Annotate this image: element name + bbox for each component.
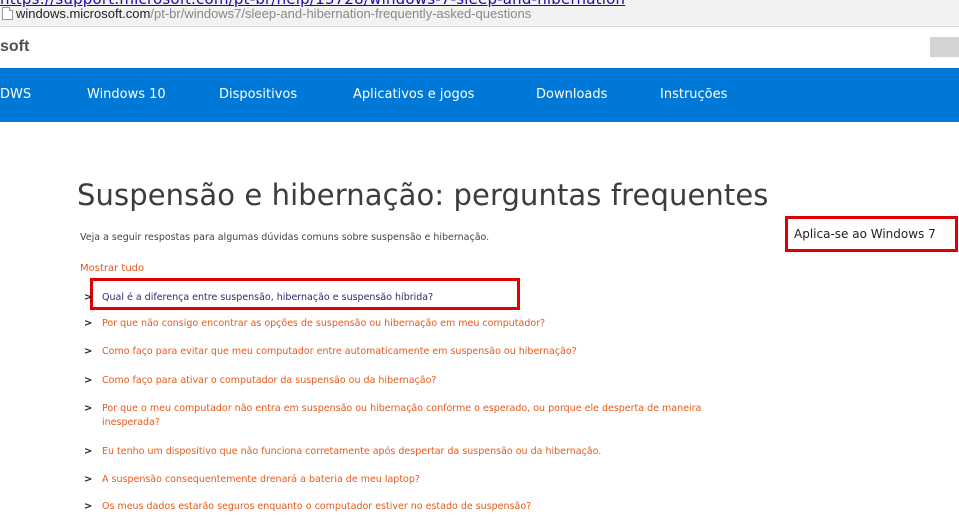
nav-item-windows-10[interactable]: Windows 10 — [87, 87, 166, 102]
url-field[interactable]: windows.microsoft.com/pt-br/windows7/sle… — [16, 6, 531, 21]
faq-question[interactable]: Como faço para ativar o computador da su… — [102, 374, 436, 388]
url-path: /pt-br/windows7/sleep-and-hibernation-fr… — [150, 6, 532, 21]
applies-to-box: Aplica-se ao Windows 7 — [785, 216, 958, 252]
faq-question[interactable]: Qual é a diferença entre suspensão, hibe… — [102, 291, 433, 305]
nav-item-windows[interactable]: DWS — [0, 87, 31, 102]
applies-to-text: Aplica-se ao Windows 7 — [794, 227, 936, 241]
chevron-right-icon: > — [84, 501, 93, 512]
nav-item-downloads[interactable]: Downloads — [536, 87, 607, 102]
chevron-right-icon: > — [84, 375, 93, 386]
microsoft-logo-text[interactable]: soft — [0, 38, 29, 56]
faq-question[interactable]: Como faço para evitar que meu computador… — [102, 345, 577, 359]
chevron-right-icon: > — [84, 474, 93, 485]
search-box[interactable] — [930, 37, 959, 57]
chevron-right-icon: > — [84, 292, 93, 303]
page-intro: Veja a seguir respostas para algumas dúv… — [80, 232, 490, 243]
chevron-right-icon: > — [84, 318, 93, 329]
page-title: Suspensão e hibernação: perguntas freque… — [77, 178, 769, 212]
nav-item-aplicativos-e-jogos[interactable]: Aplicativos e jogos — [353, 87, 474, 102]
chevron-right-icon: > — [84, 403, 93, 414]
nav-item-instrucoes[interactable]: Instruções — [660, 87, 727, 102]
browser-address-bar: https://support.microsoft.com/pt-br/help… — [0, 0, 959, 27]
faq-question[interactable]: Por que não consigo encontrar as opções … — [102, 317, 545, 331]
site-header: soft — [0, 27, 959, 68]
chevron-right-icon: > — [84, 446, 93, 457]
faq-question[interactable]: A suspensão consequentemente drenará a b… — [102, 473, 420, 487]
faq-question[interactable]: Por que o meu computador não entra em su… — [102, 402, 752, 430]
url-host: windows.microsoft.com — [16, 6, 151, 21]
show-all-link[interactable]: Mostrar tudo — [80, 263, 144, 274]
page-icon — [2, 7, 13, 20]
nav-item-dispositivos[interactable]: Dispositivos — [219, 87, 297, 102]
faq-question[interactable]: Eu tenho um dispositivo que não funciona… — [102, 445, 601, 459]
main-navigation: DWS Windows 10 Dispositivos Aplicativos … — [0, 68, 959, 122]
chevron-right-icon: > — [84, 346, 93, 357]
faq-question[interactable]: Os meus dados estarão seguros enquanto o… — [102, 500, 531, 514]
